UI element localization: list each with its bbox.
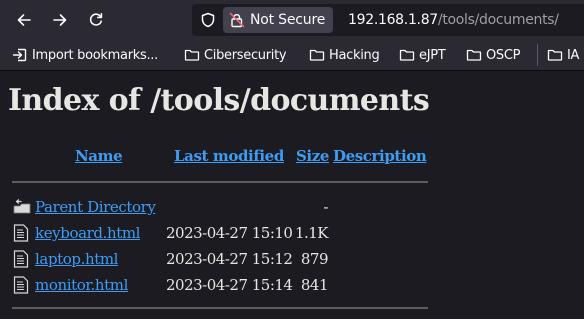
bookmark-folder-oscp[interactable]: OSCP [466,46,521,64]
file-modified: 2023-04-27 15:14 [166,276,293,294]
arrow-left-icon [17,14,31,26]
folder-icon [466,49,482,61]
table-row: Parent Directory - [0,195,584,219]
forward-button[interactable] [48,8,72,32]
file-size: 841 [300,276,329,294]
import-icon [12,48,27,62]
file-link[interactable]: laptop.html [35,250,118,268]
folder-icon [309,49,325,61]
table-row: keyboard.html 2023-04-27 15:10 1.1K [0,221,584,245]
back-button[interactable] [12,8,36,32]
bookmark-folder-ejpt[interactable]: eJPT [399,46,446,64]
text-file-icon [13,224,29,242]
column-header-size[interactable]: Size [296,147,329,165]
security-label: Not Secure [250,12,326,28]
column-header-name[interactable]: Name [75,147,123,165]
table-row: laptop.html 2023-04-27 15:12 879 [0,247,584,271]
bookmark-label: Hacking [329,47,380,63]
page-content: Index of /tools/documents Name Last modi… [0,71,584,319]
bookmarks-separator [537,44,538,66]
file-link[interactable]: keyboard.html [35,224,140,242]
not-secure-badge[interactable]: Not Secure [223,7,333,33]
file-size: - [323,198,328,216]
file-link[interactable]: monitor.html [35,276,128,294]
folder-icon [547,49,563,61]
reload-icon [89,13,103,26]
bookmark-folder-ia[interactable]: IA [547,46,579,64]
bookmark-label: eJPT [419,47,446,63]
reload-button[interactable] [84,8,108,32]
column-header-description[interactable]: Description [333,147,427,165]
file-size: 1.1K [294,224,329,242]
text-file-icon [13,250,29,268]
back-folder-icon [13,199,31,214]
bookmark-label: Cibersecurity [204,47,287,63]
bookmark-label: Import bookmarks... [32,47,158,63]
url-host: 192.168.1.87 [348,12,438,28]
bookmark-label: IA [567,47,580,63]
bookmark-label: OSCP [486,47,521,63]
bookmarks-toolbar: Import bookmarks... Cibersecurity Hackin… [0,40,584,71]
bookmark-folder-cibersecurity[interactable]: Cibersecurity [184,46,287,64]
table-divider-top [12,181,428,183]
table-row: monitor.html 2023-04-27 15:14 841 [0,273,584,297]
url-path: /tools/documents/ [437,12,559,28]
file-modified: 2023-04-27 15:12 [166,250,293,268]
url-text[interactable]: 192.168.1.87/tools/documents/ [348,12,559,28]
column-header-last-modified[interactable]: Last modified [174,147,284,165]
file-modified: 2023-04-27 15:10 [166,224,293,242]
insecure-lock-icon [229,12,245,28]
folder-icon [399,49,415,61]
browser-toolbar: Not Secure 192.168.1.87/tools/documents/ [0,0,584,40]
table-divider-bottom [12,307,428,309]
folder-icon [184,49,200,61]
page-title: Index of /tools/documents [8,83,430,118]
file-link[interactable]: Parent Directory [35,198,156,216]
arrow-right-icon [53,14,67,26]
file-size: 879 [300,250,329,268]
bookmark-import[interactable]: Import bookmarks... [12,46,158,64]
text-file-icon [13,276,29,294]
bookmark-folder-hacking[interactable]: Hacking [309,46,380,64]
shield-icon[interactable] [200,12,216,28]
address-bar[interactable]: Not Secure 192.168.1.87/tools/documents/ [192,4,584,36]
